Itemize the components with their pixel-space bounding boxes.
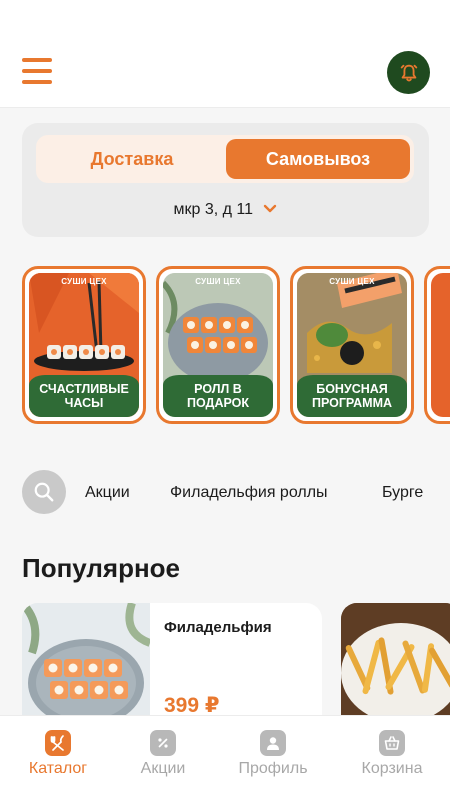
tab-pickup[interactable]: Самовывоз [226,139,410,179]
stories-carousel: СУШИ ЦЕХ Счастливые часы [22,266,450,426]
product-name: Филадельфия [164,619,272,636]
tab-label: Профиль [238,760,308,777]
delivery-mode-toggle: Доставка Самовывоз [36,135,414,183]
story-caption: Ролл в подарок [163,375,273,417]
story-card-gift-roll[interactable]: СУШИ ЦЕХ Ролл в подарок [156,266,280,424]
chevron-down-icon [263,201,277,219]
tab-label: Акции [140,760,186,777]
category-burgers[interactable]: Бурге [382,484,423,502]
profile-icon [260,730,286,756]
story-brand: СУШИ ЦЕХ [195,277,241,286]
app-header [0,0,450,108]
product-image [341,603,450,733]
product-image [22,603,150,733]
bell-icon [400,64,417,81]
story-card-partial[interactable] [424,266,450,424]
story-caption: Бонусная программа [297,375,407,417]
bottom-tab-bar: Каталог Акции Профиль Корзина [0,715,450,800]
category-philadelphia-rolls[interactable]: Филадельфия роллы [170,484,328,502]
tab-promotions[interactable]: Акции [107,716,219,800]
story-brand: СУШИ ЦЕХ [61,277,107,286]
story-caption: Счастливые часы [29,375,139,417]
delivery-mode-card: Доставка Самовывоз мкр 3, д 11 [22,123,429,237]
notification-button[interactable] [387,51,430,94]
tab-profile[interactable]: Профиль [217,716,329,800]
product-card[interactable]: Филадельфия 399 ₽ [22,603,322,733]
search-icon [34,482,54,502]
tab-catalog[interactable]: Каталог [2,716,114,800]
category-bar: Акции Филадельфия роллы Бурге [22,470,450,514]
category-promotions[interactable]: Акции [85,484,130,502]
story-card-bonus-program[interactable]: СУШИ ЦЕХ Бонусная программа [290,266,414,424]
address-selector[interactable]: мкр 3, д 11 [22,201,429,219]
product-card-partial[interactable] [341,603,450,733]
category-search-button[interactable] [22,470,66,514]
tab-label: Корзина [361,760,423,777]
tab-cart[interactable]: Корзина [336,716,448,800]
hamburger-menu-icon[interactable] [22,58,52,84]
address-label: мкр 3, д 11 [173,201,254,219]
story-card-happy-hours[interactable]: СУШИ ЦЕХ Счастливые часы [22,266,146,424]
tab-delivery[interactable]: Доставка [40,139,224,179]
section-title-popular: Популярное [22,553,181,583]
catalog-icon [45,730,71,756]
tab-label: Каталог [28,760,88,777]
story-brand: СУШИ ЦЕХ [329,277,375,286]
cart-icon [379,730,405,756]
discount-icon [150,730,176,756]
